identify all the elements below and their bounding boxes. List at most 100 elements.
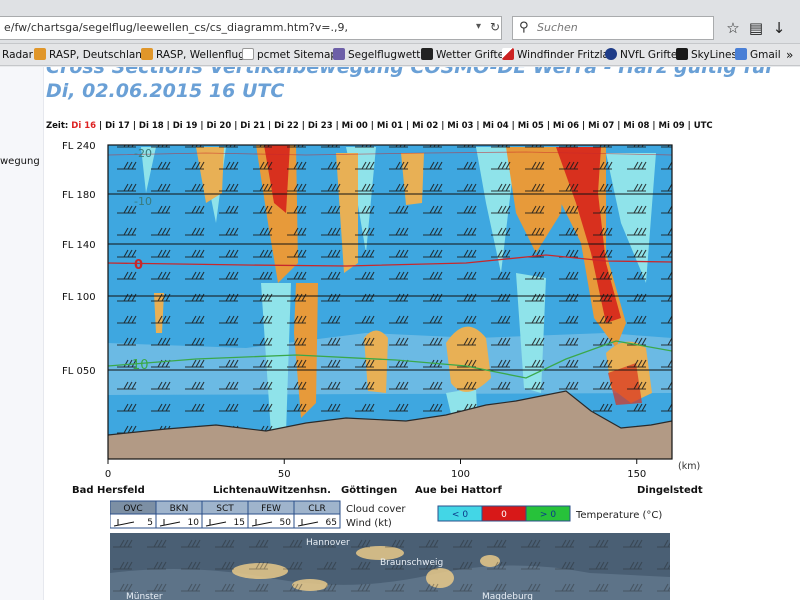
wind-barbs — [108, 145, 672, 445]
x-unit-label: (km) — [678, 461, 700, 472]
time-link[interactable]: Mi 06 — [553, 121, 579, 131]
time-separator: | — [129, 121, 139, 131]
map-label: Magdeburg — [482, 592, 533, 600]
time-link[interactable]: Di 17 — [105, 121, 130, 131]
time-current[interactable]: Di 16 — [71, 121, 96, 131]
cloud-cover-category: SCT — [216, 504, 234, 514]
time-link[interactable]: Mi 03 — [447, 121, 473, 131]
bookmarks-bar: Radar RASP, Deutschland RASP, Wellenflug… — [0, 44, 800, 66]
time-link[interactable]: Mi 00 — [342, 121, 368, 131]
cloud-cover-label: Cloud cover — [346, 504, 406, 515]
document-favicon — [333, 48, 345, 60]
map-label: Braunschweig — [380, 558, 443, 568]
time-list: | Di 17 | Di 18 | Di 19 | Di 20 | Di 21 … — [99, 121, 713, 131]
time-separator: | — [163, 121, 173, 131]
time-link: UTC — [693, 121, 713, 131]
bookmark-star-icon[interactable]: ☆ — [722, 16, 744, 40]
reload-icon[interactable]: ↻ — [490, 18, 502, 36]
time-separator: | — [614, 121, 624, 131]
time-selector: Zeit: Di 16 | Di 17 | Di 18 | Di 19 | Di… — [46, 121, 713, 131]
time-link[interactable]: Di 22 — [274, 121, 299, 131]
time-link[interactable]: Mi 04 — [482, 121, 508, 131]
bookmark-radar[interactable]: Radar — [2, 47, 33, 63]
url-bar[interactable]: e/fw/chartsga/segelflug/leewellen_cs/cs_… — [0, 16, 502, 40]
search-icon: ⚲ — [519, 20, 529, 35]
cloud-cover-legend: OVC 5 BKN 10 SCT15 FEW 50 CLR65 — [110, 500, 341, 529]
windfinder-favicon — [502, 48, 514, 60]
time-separator: | — [579, 121, 589, 131]
time-separator: | — [543, 121, 553, 131]
bookmark-gmail[interactable]: Gmail — [735, 47, 781, 63]
reading-list-icon[interactable]: ▤ — [745, 16, 767, 40]
bookmark-windfinder[interactable]: Windfinder Fritzlar — [502, 47, 613, 63]
y-tick-label: FL 240 — [62, 141, 96, 152]
x-axis: 0 50 100 150 — [105, 459, 646, 480]
time-link[interactable]: Mi 01 — [377, 121, 403, 131]
isotherm-label-10: 10 — [132, 358, 149, 373]
wind-label: Wind (kt) — [346, 518, 392, 529]
time-separator: | — [231, 121, 241, 131]
time-separator: | — [367, 121, 377, 131]
wind-value: 10 — [188, 518, 200, 528]
wind-value: 65 — [326, 518, 337, 528]
time-link[interactable]: Di 20 — [206, 121, 231, 131]
place-label: Bad Hersfeld — [72, 485, 145, 496]
isotherm-top-label: -20 — [134, 147, 152, 160]
cross-section-chart: -20 -10 0 10 FL 240 FL 180 FL 140 FL 100… — [62, 141, 700, 480]
map-label: Münster — [126, 592, 163, 600]
y-tick-label: FL 100 — [62, 292, 96, 303]
y-tick-label: FL 180 — [62, 190, 96, 201]
isotherm-label-0: 0 — [134, 258, 143, 273]
time-label: Zeit: — [46, 121, 69, 131]
search-input[interactable]: ⚲ Suchen — [512, 16, 714, 40]
time-separator: | — [298, 121, 308, 131]
time-link[interactable]: Mi 08 — [623, 121, 649, 131]
time-link[interactable]: Mi 02 — [412, 121, 438, 131]
bookmark-wetter-grifte[interactable]: Wetter Grifte — [421, 47, 504, 63]
time-link[interactable]: Di 21 — [240, 121, 265, 131]
place-label: Göttingen — [341, 485, 398, 496]
time-link[interactable]: Di 18 — [139, 121, 164, 131]
bookmark-rasp-deutschland[interactable]: RASP, Deutschland — [34, 47, 149, 63]
time-link[interactable]: Mi 05 — [518, 121, 544, 131]
time-separator: | — [265, 121, 275, 131]
more-bookmarks-icon[interactable]: » — [786, 47, 793, 63]
time-link[interactable]: Mi 07 — [588, 121, 614, 131]
bookmark-pcmet[interactable]: pcmet Sitemap — [242, 47, 337, 63]
place-label: Aue bei Hattorf — [415, 485, 502, 496]
time-link[interactable]: Di 23 — [308, 121, 333, 131]
temperature-category: < 0 — [452, 510, 468, 520]
x-tick-label: 50 — [278, 469, 291, 480]
temperature-legend: < 0 0 > 0 — [437, 505, 571, 522]
time-separator: | — [684, 121, 694, 131]
sidebar-text: wegung — [0, 156, 40, 167]
bookmark-rasp-wellenflug[interactable]: RASP, Wellenflug — [141, 47, 245, 63]
cloud-cover-category: BKN — [170, 504, 189, 514]
legend: OVC 5 BKN 10 SCT15 FEW 50 CLR65 Cloud cover Win… — [110, 500, 662, 529]
page-title: Cross Sections Vertikalbewegung COSMO-DE… — [46, 67, 775, 102]
bookmark-nvfl[interactable]: NVfL Grifte — [605, 47, 677, 63]
map-label: Hannover — [306, 538, 350, 548]
bookmark-segelflugwetter[interactable]: Segelflugwetter — [333, 47, 431, 63]
temperature-category: > 0 — [540, 510, 556, 520]
time-link[interactable]: Mi 09 — [659, 121, 685, 131]
time-separator: | — [649, 121, 659, 131]
time-separator: | — [332, 121, 342, 131]
x-tick-label: 150 — [627, 469, 646, 480]
cloud-cover-category: CLR — [308, 504, 326, 514]
rasp-favicon — [34, 48, 46, 60]
search-placeholder: Suchen — [537, 21, 578, 34]
bookmark-skylines[interactable]: SkyLines — [676, 47, 737, 63]
y-tick-label: FL 140 — [62, 240, 96, 251]
url-history-dropdown-icon[interactable]: ▾ — [476, 18, 488, 36]
temperature-category: 0 — [501, 510, 507, 520]
rasp-favicon — [141, 48, 153, 60]
place-label: Lichtenau — [213, 485, 269, 496]
map-preview[interactable]: Hannover Braunschweig Münster Magdeburg — [110, 533, 670, 600]
download-icon[interactable]: ↓ — [768, 16, 790, 40]
wetter-favicon — [421, 48, 433, 60]
time-link[interactable]: Di 19 — [173, 121, 198, 131]
place-label: Witzenhsn. — [268, 485, 331, 496]
page-favicon — [242, 48, 254, 60]
time-separator: | — [508, 121, 518, 131]
